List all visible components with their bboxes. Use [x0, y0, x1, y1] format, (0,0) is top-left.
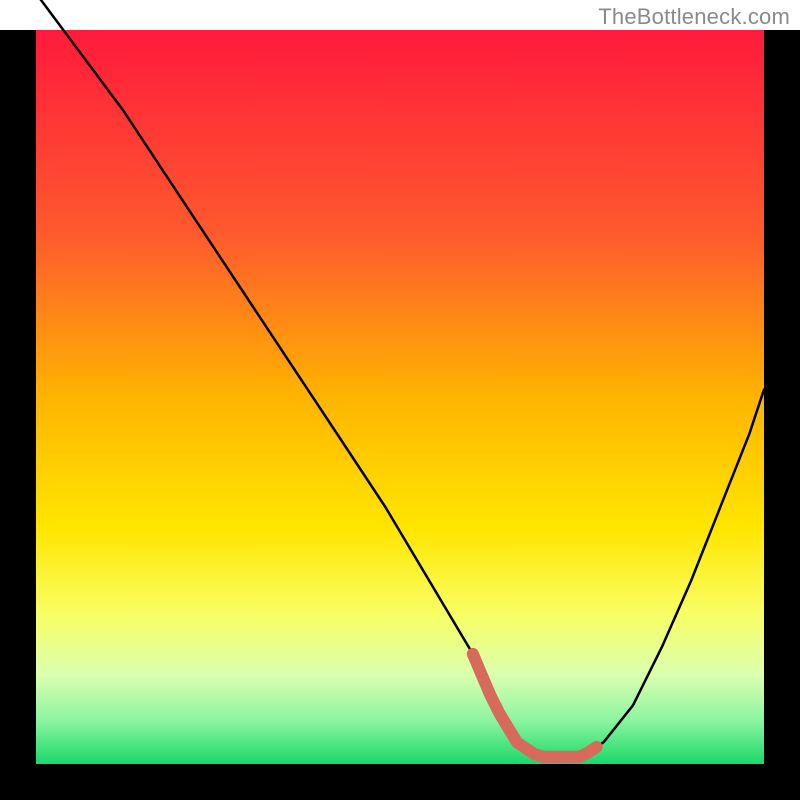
watermark-text: TheBottleneck.com: [598, 4, 790, 30]
frame-bottom: [0, 764, 800, 800]
frame-right: [764, 30, 800, 800]
plot-background: [36, 30, 764, 764]
frame-left: [0, 30, 36, 800]
chart-svg: [0, 0, 800, 800]
bottleneck-chart: [0, 0, 800, 800]
